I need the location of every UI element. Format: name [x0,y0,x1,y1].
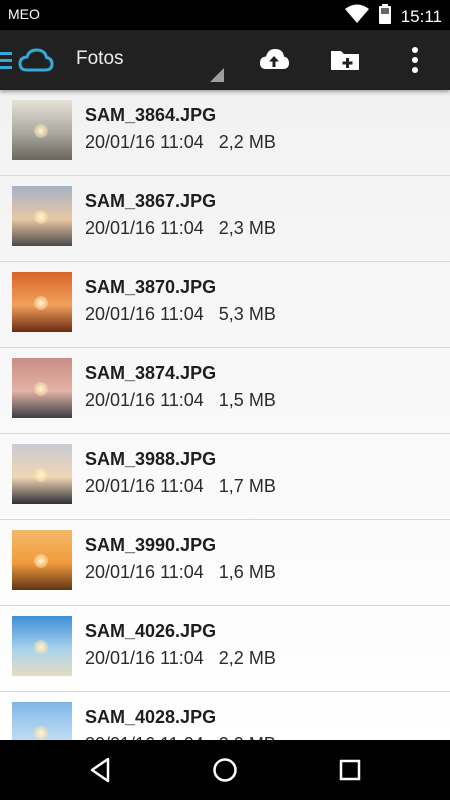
file-size: 1,7 MB [218,476,276,496]
file-name: SAM_4026.JPG [85,621,217,641]
file-meta: 20/01/16 11:04 1,7 MB [85,476,276,497]
file-row[interactable]: SAM_3990.JPG 20/01/16 11:04 1,6 MB [0,520,450,606]
file-row[interactable]: SAM_3864.JPG 20/01/16 11:04 2,2 MB [0,90,450,176]
file-date: 20/01/16 11:04 [85,648,204,668]
file-date: 20/01/16 11:04 [85,390,204,410]
photo-thumbnail[interactable] [12,100,72,160]
wifi-icon [344,4,369,29]
file-date: 20/01/16 11:04 [85,476,204,496]
cloud-upload-icon[interactable] [256,42,292,78]
photo-thumbnail[interactable] [12,358,72,418]
file-meta: 20/01/16 11:04 2,2 MB [85,132,276,153]
file-size: 1,5 MB [218,390,276,410]
drawer-menu-icon[interactable] [0,50,14,70]
status-icons: 15:11 [344,4,442,29]
photo-thumbnail[interactable] [12,616,72,676]
navigation-bar [0,740,450,800]
file-date: 20/01/16 11:04 [85,132,204,152]
recents-icon[interactable] [335,755,365,785]
file-name: SAM_3867.JPG [85,191,217,211]
file-meta: 20/01/16 11:04 2,3 MB [85,218,276,239]
thumbnail-image-content [34,726,48,740]
photo-thumbnail[interactable] [12,530,72,590]
thumbnail-image-content [34,468,48,482]
file-row[interactable]: SAM_4028.JPG20/01/16 11:04 2,0 MB [0,692,450,740]
file-row[interactable]: SAM_3988.JPG 20/01/16 11:04 1,7 MB [0,434,450,520]
file-size: 5,3 MB [218,304,276,324]
file-date: 20/01/16 11:04 [85,304,204,324]
thumbnail-image-content [34,640,48,654]
home-icon[interactable] [210,755,240,785]
photo-thumbnail[interactable] [12,702,72,740]
file-row[interactable]: SAM_3870.JPG 20/01/16 11:04 5,3 MB [0,262,450,348]
file-name: SAM_3870.JPG [85,277,217,297]
file-date: 20/01/16 11:04 [85,218,204,238]
thumbnail-image-content [34,210,48,224]
photo-thumbnail[interactable] [12,186,72,246]
more-options-icon[interactable] [397,42,433,78]
carrier-label: MEO [8,6,40,22]
thumbnail-image-content [34,124,48,138]
file-meta: 20/01/16 11:04 5,3 MB [85,304,276,325]
battery-icon [378,4,391,29]
file-size: 2,2 MB [218,132,276,152]
clock: 15:11 [400,6,442,26]
file-date: 20/01/16 11:04 [85,562,204,582]
file-row[interactable]: SAM_3867.JPG 20/01/16 11:04 2,3 MB [0,176,450,262]
status-bar: MEO 15:11 [0,0,450,30]
back-icon[interactable] [85,755,115,785]
file-name: SAM_3988.JPG [85,449,217,469]
file-row[interactable]: SAM_4026.JPG 20/01/16 11:04 2,2 MB [0,606,450,692]
thumbnail-image-content [34,296,48,310]
cloud-logo-icon[interactable] [18,47,54,78]
file-meta: 20/01/16 11:04 1,5 MB [85,390,276,411]
file-meta: 20/01/16 11:04 2,2 MB [85,648,276,669]
folder-title[interactable]: Fotos [76,48,124,70]
file-name: SAM_3990.JPG [85,535,217,555]
new-folder-icon[interactable] [327,42,363,78]
file-name: SAM_3864.JPG [85,105,217,125]
photo-thumbnail[interactable] [12,444,72,504]
file-name: SAM_3874.JPG [85,363,217,383]
thumbnail-image-content [34,382,48,396]
file-name: SAM_4028.JPG [85,707,217,727]
photo-thumbnail[interactable] [12,272,72,332]
file-row[interactable]: SAM_3874.JPG 20/01/16 11:04 1,5 MB [0,348,450,434]
file-list[interactable]: SAM_3864.JPG 20/01/16 11:04 2,2 MB SAM_386… [0,90,450,740]
file-meta: 20/01/16 11:04 1,6 MB [85,562,276,583]
folder-dropdown-icon[interactable] [210,68,224,87]
app-bar: Fotos [0,30,450,90]
file-size: 2,3 MB [218,218,276,238]
file-size: 1,6 MB [218,562,276,582]
file-size: 2,2 MB [218,648,276,668]
thumbnail-image-content [34,554,48,568]
